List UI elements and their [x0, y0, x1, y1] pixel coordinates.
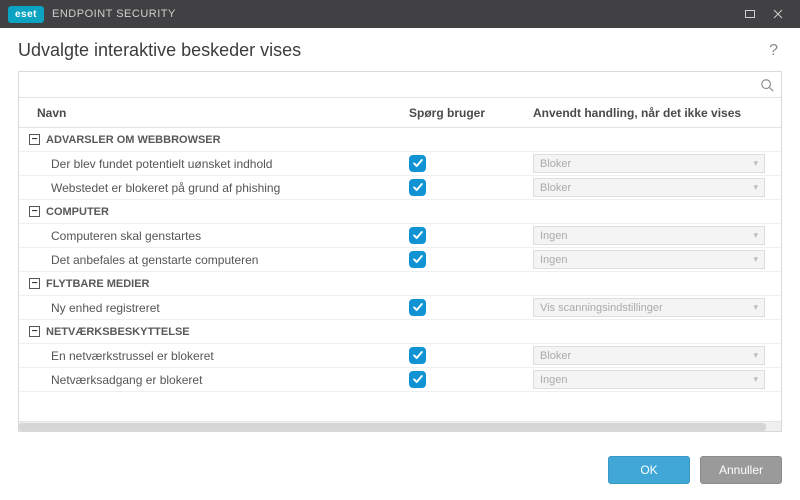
- setting-label: Webstedet er blokeret på grund af phishi…: [19, 181, 409, 195]
- horizontal-scrollbar-thumb[interactable]: [19, 423, 766, 431]
- setting-label: En netværkstrussel er blokeret: [19, 349, 409, 363]
- action-select-value: Ingen: [540, 254, 568, 266]
- setting-row: Netværksadgang er blokeret Ingen ▾: [19, 368, 781, 392]
- action-select[interactable]: Bloker ▾: [533, 154, 765, 173]
- action-select[interactable]: Bloker ▾: [533, 178, 765, 197]
- search-bar: [19, 72, 781, 98]
- help-button[interactable]: ?: [765, 42, 782, 60]
- ask-user-checkbox[interactable]: [409, 179, 426, 196]
- group-label: COMPUTER: [46, 206, 109, 218]
- collapse-icon[interactable]: −: [29, 134, 40, 145]
- column-headers: Navn Spørg bruger Anvendt handling, når …: [19, 98, 781, 128]
- action-select-value: Bloker: [540, 182, 571, 194]
- action-select[interactable]: Ingen ▾: [533, 370, 765, 389]
- ask-user-checkbox[interactable]: [409, 299, 426, 316]
- setting-row: Computeren skal genstartes Ingen ▾: [19, 224, 781, 248]
- group-row[interactable]: −NETVÆRKSBESKYTTELSE: [19, 320, 781, 344]
- titlebar: eset ENDPOINT SECURITY: [0, 0, 800, 28]
- action-select[interactable]: Ingen ▾: [533, 226, 765, 245]
- chevron-down-icon: ▾: [753, 230, 758, 241]
- action-select[interactable]: Ingen ▾: [533, 250, 765, 269]
- chevron-down-icon: ▾: [753, 158, 758, 169]
- action-select-value: Bloker: [540, 158, 571, 170]
- group-label: ADVARSLER OM WEBBROWSER: [46, 134, 221, 146]
- search-input[interactable]: [19, 72, 753, 97]
- action-select-value: Bloker: [540, 350, 571, 362]
- setting-label: Netværksadgang er blokeret: [19, 373, 409, 387]
- brand-badge: eset: [8, 6, 44, 23]
- column-header-action: Anvendt handling, når det ikke vises: [533, 106, 781, 120]
- collapse-icon[interactable]: −: [29, 206, 40, 217]
- action-select[interactable]: Bloker ▾: [533, 346, 765, 365]
- brand-text: ENDPOINT SECURITY: [52, 8, 176, 20]
- setting-row: Der blev fundet potentielt uønsket indho…: [19, 152, 781, 176]
- ask-user-checkbox[interactable]: [409, 227, 426, 244]
- setting-row: Webstedet er blokeret på grund af phishi…: [19, 176, 781, 200]
- page-title: Udvalgte interaktive beskeder vises: [18, 40, 765, 61]
- collapse-icon[interactable]: −: [29, 278, 40, 289]
- group-row[interactable]: −ADVARSLER OM WEBBROWSER: [19, 128, 781, 152]
- search-icon[interactable]: [753, 72, 781, 97]
- action-select-value: Vis scanningsindstillinger: [540, 302, 663, 314]
- cancel-button[interactable]: Annuller: [700, 456, 782, 484]
- group-label: FLYTBARE MEDIER: [46, 278, 150, 290]
- dialog-footer: OK Annuller: [0, 442, 800, 500]
- setting-label: Der blev fundet potentielt uønsket indho…: [19, 157, 409, 171]
- chevron-down-icon: ▾: [753, 374, 758, 385]
- window-close-button[interactable]: [764, 0, 792, 28]
- action-select-value: Ingen: [540, 230, 568, 242]
- chevron-down-icon: ▾: [753, 182, 758, 193]
- settings-panel: Navn Spørg bruger Anvendt handling, når …: [18, 71, 782, 432]
- setting-label: Computeren skal genstartes: [19, 229, 409, 243]
- group-row[interactable]: −COMPUTER: [19, 200, 781, 224]
- ask-user-checkbox[interactable]: [409, 251, 426, 268]
- chevron-down-icon: ▾: [753, 302, 758, 313]
- ask-user-checkbox[interactable]: [409, 371, 426, 388]
- setting-row: Det anbefales at genstarte computeren Ing…: [19, 248, 781, 272]
- page-header: Udvalgte interaktive beskeder vises ?: [0, 28, 800, 71]
- ok-button[interactable]: OK: [608, 456, 690, 484]
- setting-row: En netværkstrussel er blokeret Bloker ▾: [19, 344, 781, 368]
- action-select[interactable]: Vis scanningsindstillinger ▾: [533, 298, 765, 317]
- ask-user-checkbox[interactable]: [409, 155, 426, 172]
- column-header-name: Navn: [19, 106, 409, 120]
- window-minimize-button[interactable]: [736, 0, 764, 28]
- chevron-down-icon: ▾: [753, 350, 758, 361]
- collapse-icon[interactable]: −: [29, 326, 40, 337]
- setting-row: Ny enhed registreret Vis scanningsindstil…: [19, 296, 781, 320]
- ask-user-checkbox[interactable]: [409, 347, 426, 364]
- horizontal-scrollbar[interactable]: [19, 421, 781, 431]
- action-select-value: Ingen: [540, 374, 568, 386]
- settings-list[interactable]: −ADVARSLER OM WEBBROWSERDer blev fundet …: [19, 128, 781, 421]
- setting-label: Det anbefales at genstarte computeren: [19, 253, 409, 267]
- group-row[interactable]: −FLYTBARE MEDIER: [19, 272, 781, 296]
- setting-label: Ny enhed registreret: [19, 301, 409, 315]
- group-label: NETVÆRKSBESKYTTELSE: [46, 326, 190, 338]
- chevron-down-icon: ▾: [753, 254, 758, 265]
- column-header-ask: Spørg bruger: [409, 106, 533, 120]
